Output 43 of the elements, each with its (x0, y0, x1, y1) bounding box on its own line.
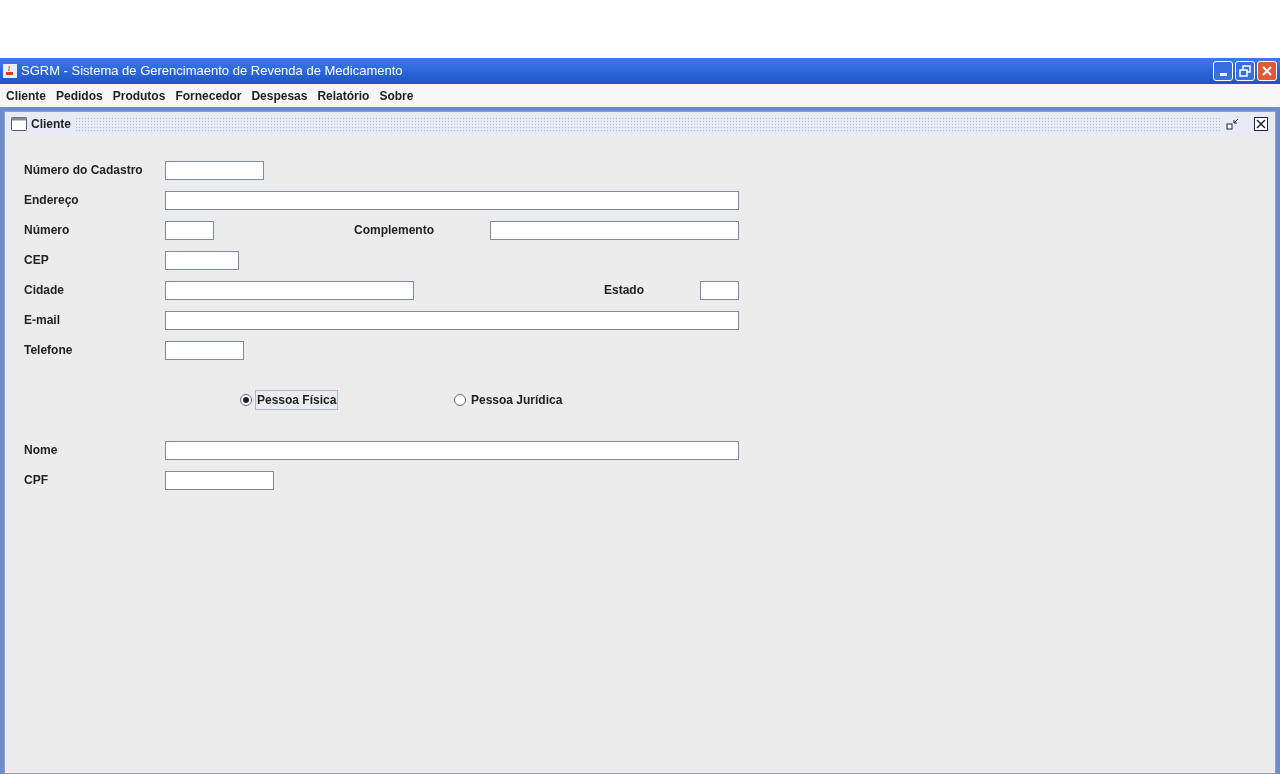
restore-icon (1239, 65, 1251, 77)
field-label: CEP (24, 252, 50, 269)
close-icon (1261, 65, 1273, 77)
restore-button[interactable] (1235, 61, 1255, 81)
field-label: Nome (24, 442, 59, 459)
close-icon (1254, 117, 1268, 131)
field-label: Telefone (24, 342, 74, 359)
field-label: CPF (24, 472, 49, 489)
input-field[interactable] (165, 250, 239, 270)
input-field[interactable] (700, 280, 739, 300)
iconify-button[interactable] (1225, 116, 1241, 132)
field-label: E-mail (24, 312, 61, 329)
iconify-icon (1226, 117, 1240, 131)
field-label: Estado (604, 282, 645, 299)
menu-item[interactable]: Despesas (246, 85, 313, 106)
input-field[interactable] (165, 160, 264, 180)
window-title: SGRM - Sistema de Gerencimaento de Revenda de Medicamento (21, 62, 403, 81)
window-icon (11, 117, 27, 131)
input-field[interactable] (165, 280, 414, 300)
input-field[interactable] (165, 220, 214, 240)
field-label: Número do Cadastro (24, 162, 144, 179)
menu-item[interactable]: Sobre (374, 85, 419, 106)
field-label: Cidade (24, 282, 65, 299)
coffee-cup-icon (3, 64, 17, 78)
input-field[interactable] (490, 220, 739, 240)
input-field[interactable] (165, 310, 739, 330)
menu-item[interactable]: Produtos (107, 85, 171, 106)
field-label: Endereço (24, 192, 80, 209)
radio-button[interactable]: Pessoa Jurídica (454, 390, 566, 410)
input-field[interactable] (165, 340, 244, 360)
input-field[interactable] (165, 190, 739, 210)
menu-item[interactable]: Relatório (312, 85, 375, 106)
menu-item[interactable]: Pedidos (51, 85, 108, 106)
frame-title: Cliente (31, 116, 71, 133)
field-label: Complemento (354, 222, 435, 239)
minimize-button[interactable] (1213, 61, 1233, 81)
menu-item[interactable]: Fornecedor (170, 85, 247, 106)
input-field[interactable] (165, 470, 274, 490)
field-label: Número (24, 222, 71, 239)
minimize-icon (1219, 73, 1227, 76)
menu-item[interactable]: Cliente (1, 85, 51, 106)
input-field[interactable] (165, 440, 739, 460)
close-button[interactable] (1253, 116, 1269, 132)
